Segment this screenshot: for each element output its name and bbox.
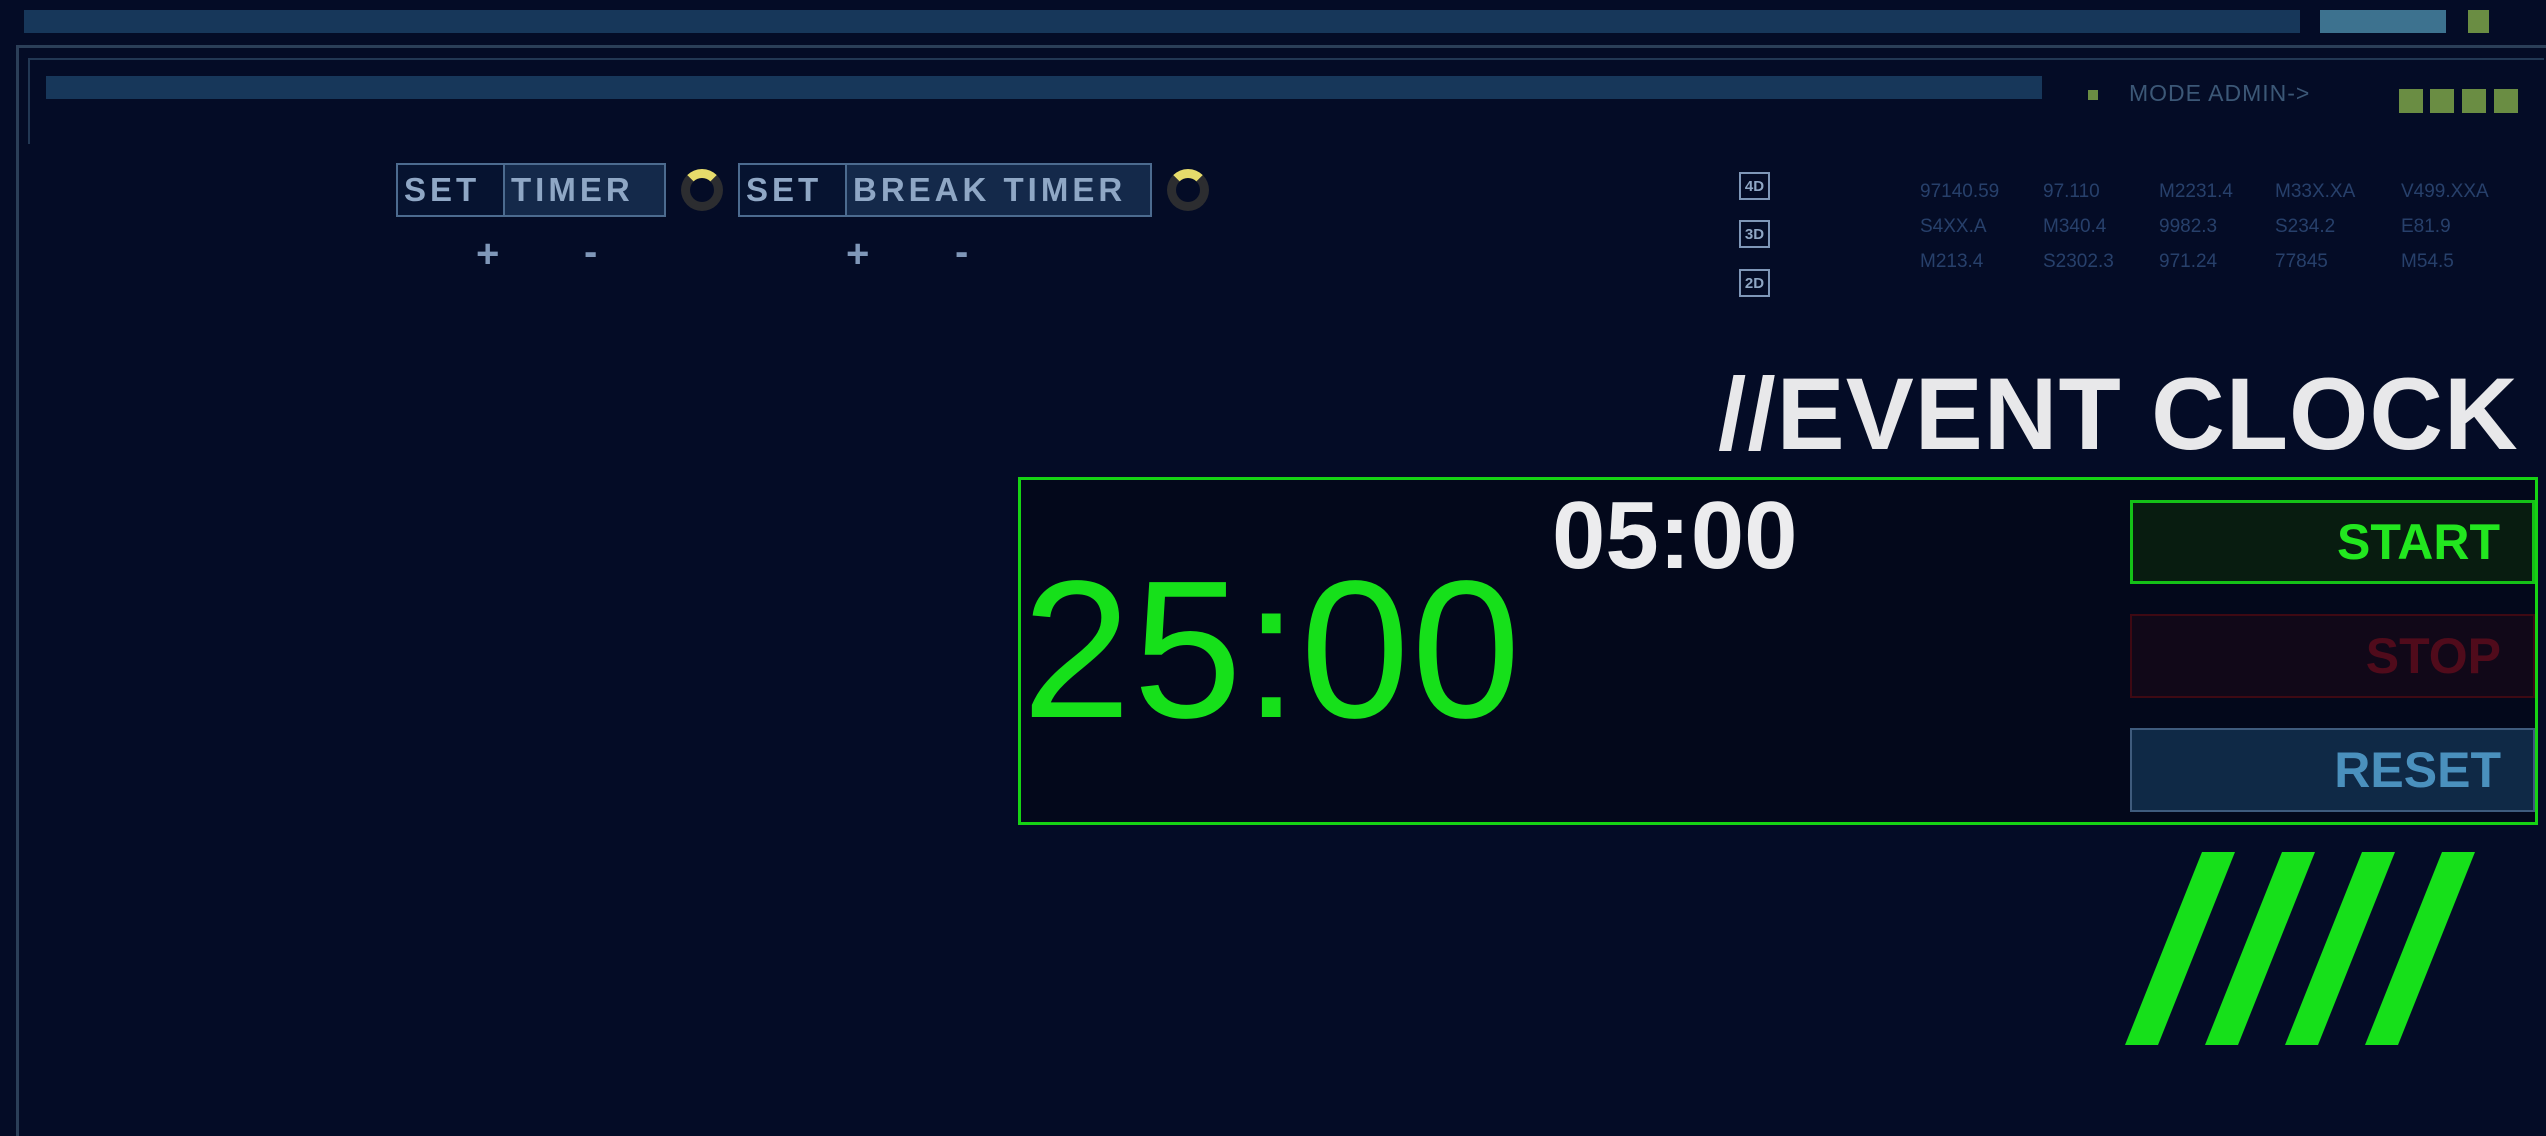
code-cell: M54.5 <box>2401 251 2454 272</box>
top-bar-accent <box>2320 10 2446 33</box>
timer-minus-button[interactable]: - <box>584 230 597 275</box>
timer-label: TIMER <box>503 163 666 217</box>
code-cell: 77845 <box>2275 251 2328 272</box>
code-cell: E81.9 <box>2401 216 2451 237</box>
top-bar <box>24 10 2300 33</box>
dimension-4d-icon[interactable]: 4D <box>1739 172 1770 200</box>
code-cell: M340.4 <box>2043 216 2107 237</box>
status-square <box>2462 89 2486 113</box>
code-grid: 97140.59 97.110 M2231.4 M33X.XA V499.XXA… <box>1920 181 2489 273</box>
code-cell: S2302.3 <box>2043 251 2114 272</box>
break-timer-plus-button[interactable]: + <box>846 232 869 277</box>
mode-indicator-dot <box>2088 90 2098 100</box>
break-timer-minus-button[interactable]: - <box>955 230 968 275</box>
mode-admin-link[interactable]: MODE ADMIN-> <box>2129 80 2310 107</box>
status-square <box>2494 89 2518 113</box>
code-cell: S234.2 <box>2275 216 2336 237</box>
timer-plus-button[interactable]: + <box>476 232 499 277</box>
timer-knob-icon[interactable] <box>681 169 723 211</box>
start-button[interactable]: START <box>2130 500 2535 584</box>
reset-button[interactable]: RESET <box>2130 728 2535 812</box>
code-cell: M33X.XA <box>2275 181 2356 202</box>
status-square <box>2430 89 2454 113</box>
dimension-2d-icon[interactable]: 2D <box>1739 269 1770 297</box>
code-cell: V499.XXA <box>2401 181 2489 202</box>
code-cell: S4XX.A <box>1920 216 1987 237</box>
code-cell: 97.110 <box>2043 181 2100 202</box>
dimension-3d-icon[interactable]: 3D <box>1739 220 1770 248</box>
code-cell: M2231.4 <box>2159 181 2233 202</box>
event-clock-title: //EVENT CLOCK <box>1718 357 2519 471</box>
status-square <box>2399 89 2423 113</box>
top-bar-indicator <box>2468 10 2489 33</box>
set-break-timer-button[interactable]: SET <box>738 163 847 217</box>
code-cell: 97140.59 <box>1920 181 2000 202</box>
stop-button[interactable]: STOP <box>2130 614 2535 698</box>
break-timer-knob-icon[interactable] <box>1167 169 1209 211</box>
stripes-decoration-icon <box>2125 852 2475 1045</box>
code-cell: 971.24 <box>2159 251 2218 272</box>
main-timer-display: 25:00 <box>1022 540 1523 759</box>
header-bar <box>46 76 2042 99</box>
break-timer-label: BREAK TIMER <box>845 163 1152 217</box>
set-timer-button[interactable]: SET <box>396 163 505 217</box>
code-cell: M213.4 <box>1920 251 1984 272</box>
code-cell: 9982.3 <box>2159 216 2218 237</box>
break-timer-display: 05:00 <box>1552 482 1798 589</box>
